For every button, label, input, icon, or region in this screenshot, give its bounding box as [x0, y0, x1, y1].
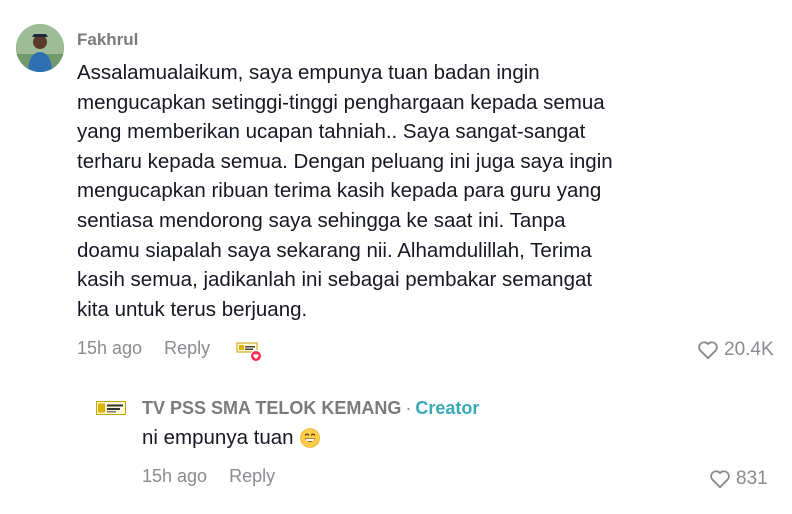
reply-like-button[interactable]: 831	[709, 468, 768, 490]
comment-line: yang memberikan ucapan tahniah.. Saya sa…	[77, 120, 586, 144]
reply-text: ni empunya tuan	[142, 426, 294, 449]
comment-author[interactable]: Fakhrul	[77, 30, 138, 50]
comment-meta: 15h ago Reply	[77, 338, 210, 359]
reply-like-count: 831	[736, 468, 768, 489]
reply-timestamp: 15h ago	[142, 466, 208, 486]
author-separator: ·	[405, 398, 412, 418]
heart-outline-icon	[698, 341, 718, 360]
reply-reply-button[interactable]: Reply	[229, 466, 275, 487]
comment-line: kasih semua, jadikanlah ini sebagai pemb…	[77, 268, 593, 292]
comment-reply-button[interactable]: Reply	[164, 338, 210, 359]
tv-pss-logo-icon	[96, 401, 126, 415]
comment-line: terharu kepada semua. Dengan peluang ini…	[77, 149, 613, 173]
avatar-photo	[16, 24, 64, 72]
reply-author[interactable]: TV PSS SMA TELOK KEMANG	[142, 398, 401, 418]
heart-outline-icon	[710, 470, 730, 489]
comment-line: mengucapkan setinggi-tinggi penghargaan …	[77, 90, 605, 114]
comment-line: mengucapkan ribuan terima kasih kepada p…	[77, 179, 602, 203]
reply-author-row: TV PSS SMA TELOK KEMANG · Creator	[142, 398, 479, 419]
comment-line: doamu siapalah saya sekarang nii. Alhamd…	[77, 238, 592, 262]
comment-like-button[interactable]: 20.4K	[697, 339, 774, 361]
comment-timestamp: 15h ago	[77, 338, 143, 358]
reply-text-row: ni empunya tuan	[142, 426, 320, 450]
reply-meta: 15h ago Reply	[142, 466, 275, 487]
comment-text: Assalamualaikum, saya empunya tuan badan…	[77, 58, 697, 324]
comment-like-count: 20.4K	[724, 339, 774, 360]
comment-line: Assalamualaikum, saya empunya tuan badan…	[77, 61, 540, 84]
creator-badge: Creator	[415, 398, 480, 418]
commenter-avatar[interactable]	[16, 24, 64, 72]
reply-avatar[interactable]	[96, 401, 126, 415]
liked-by-creator-icon	[236, 340, 262, 362]
comment-line: sentiasa mendorong saya sehingga ke saat…	[77, 208, 566, 232]
comment-line: kita untuk terus berjuang.	[77, 297, 308, 321]
grinning-face-emoji-icon	[299, 428, 320, 448]
